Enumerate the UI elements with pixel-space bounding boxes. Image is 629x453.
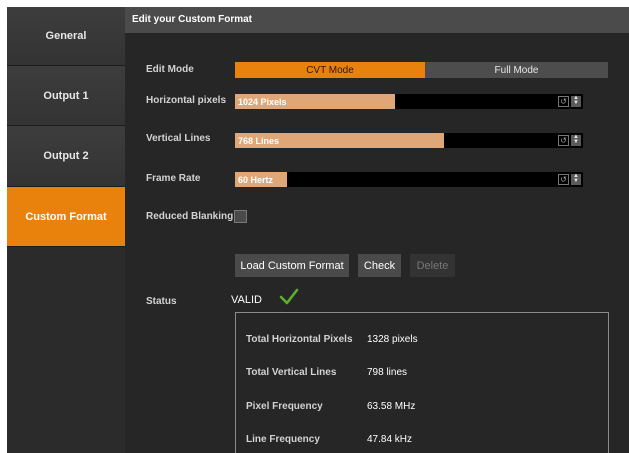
sidebar-item-label: Custom Format [25, 210, 107, 223]
info-value: 47.84 kHz [367, 434, 413, 445]
panel-title: Edit your Custom Format [125, 7, 629, 33]
horizontal-pixels-value: 1024 Pixels [235, 94, 396, 109]
reduced-blanking-checkbox[interactable] [234, 210, 247, 223]
info-value: 63.58 MHz [367, 401, 416, 412]
spinner-icon[interactable]: ▲ ▼ [571, 95, 581, 107]
info-value: 798 lines [367, 367, 408, 378]
edit-mode-label: Edit Mode [146, 64, 194, 75]
sidebar: General Output 1 Output 2 Custom Format [7, 7, 125, 453]
horizontal-pixels-slider[interactable]: 1024 Pixels ↺ ▲ ▼ [235, 94, 583, 109]
format-info-box: Total Horizontal Pixels 1328 pixels Tota… [235, 312, 609, 453]
frame-rate-slider[interactable]: 60 Hertz ↺ ▲ ▼ [235, 172, 583, 187]
frame-rate-label: Frame Rate [146, 173, 201, 184]
sidebar-item-label: Output 1 [43, 89, 89, 102]
info-value: 1328 pixels [367, 334, 418, 345]
delete-button[interactable]: Delete [410, 254, 455, 277]
sidebar-item-output-1[interactable]: Output 1 [7, 66, 125, 126]
spinner-icon[interactable]: ▲ ▼ [571, 134, 581, 146]
vertical-lines-value: 768 Lines [235, 133, 444, 148]
cvt-mode-button[interactable]: CVT Mode [235, 62, 425, 78]
reduced-blanking-label: Reduced Blanking [146, 211, 234, 222]
sidebar-item-label: Output 2 [43, 150, 89, 162]
load-custom-format-button[interactable]: Load Custom Format [235, 254, 349, 277]
check-button[interactable]: Check [358, 254, 401, 277]
custom-format-panel: Edit your Custom Format Edit Mode CVT Mo… [125, 7, 629, 453]
spinner-icon[interactable]: ▲ ▼ [571, 173, 581, 185]
full-mode-button[interactable]: Full Mode [425, 62, 608, 78]
info-label: Pixel Frequency [246, 401, 323, 412]
info-label: Line Frequency [246, 434, 320, 445]
sidebar-item-custom-format[interactable]: Custom Format [7, 187, 125, 247]
status-label: Status [146, 296, 177, 307]
check-icon [279, 288, 299, 305]
info-label: Total Vertical Lines [246, 367, 337, 378]
sidebar-item-label: General [45, 30, 87, 42]
sidebar-item-output-2[interactable]: Output 2 [7, 126, 125, 187]
info-label: Total Horizontal Pixels [246, 334, 353, 345]
vertical-lines-slider[interactable]: 768 Lines ↺ ▲ ▼ [235, 133, 583, 148]
vertical-lines-label: Vertical Lines [146, 133, 211, 144]
reset-icon[interactable]: ↺ [558, 96, 569, 107]
reset-icon[interactable]: ↺ [558, 174, 569, 185]
horizontal-pixels-label: Horizontal pixels [146, 95, 227, 106]
status-value: VALID [231, 294, 262, 306]
reset-icon[interactable]: ↺ [558, 135, 569, 146]
frame-rate-value: 60 Hertz [235, 172, 288, 187]
sidebar-item-general[interactable]: General [7, 7, 125, 66]
